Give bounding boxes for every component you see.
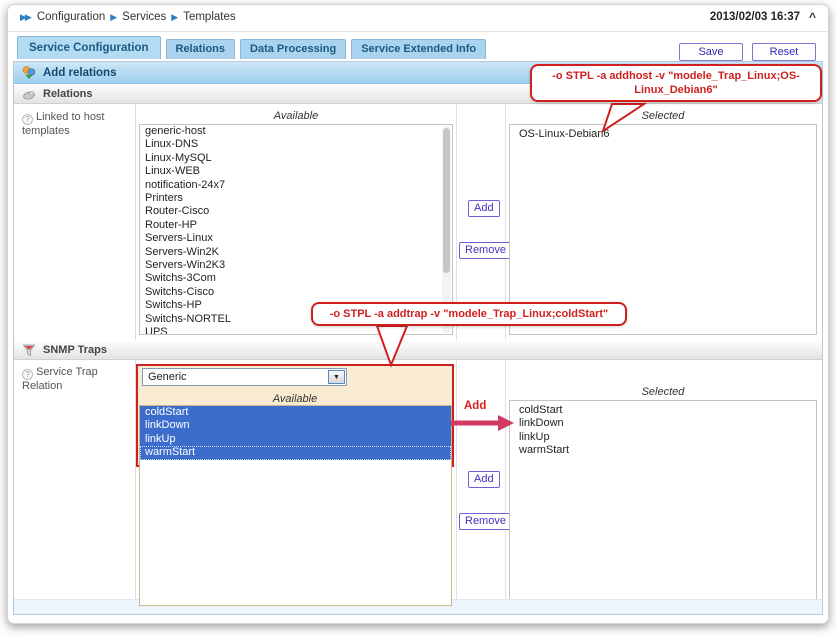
add-relations-icon [22,66,36,79]
list-option[interactable]: linkDown [140,419,451,432]
list-option[interactable]: Linux-DNS [140,138,452,151]
clock-timestamp: 2013/02/03 16:37 [710,11,800,23]
breadcrumb-item-services[interactable]: Services [122,11,166,23]
tab-service-configuration[interactable]: Service Configuration [17,36,161,59]
snmp-traps-section-title: SNMP Traps [43,344,107,356]
breadcrumb-item-templates[interactable]: Templates [183,11,235,23]
list-option[interactable]: linkDown [510,417,816,430]
list-option[interactable]: Printers [140,192,452,205]
breadcrumb-lead-icon: ▶▶ [20,12,30,23]
snmp-selected-header: Selected [506,386,820,398]
top-bar: ▶▶ Configuration ▶ Services ▶ Templates … [8,5,828,32]
service-trap-relation-label: ?Service Trap Relation [22,366,130,393]
chevron-right-icon: ▶ [171,12,178,23]
tab-relations[interactable]: Relations [166,39,236,59]
chevron-right-icon: ▶ [110,12,117,23]
trap-group-dropdown[interactable]: Generic ▼ [142,368,347,386]
list-option[interactable]: Servers-Win2K3 [140,259,452,272]
relations-selected-header: Selected [506,110,820,122]
field-label-text: Service Trap Relation [22,366,98,392]
hand-link-icon [22,88,36,101]
annotation-callout-addtrap: -o STPL -a addtrap -v "modele_Trap_Linux… [311,302,627,326]
snmp-available-header: Available [136,393,454,405]
list-option[interactable]: Servers-Win2K [140,246,452,259]
scrollbar-thumb[interactable] [443,128,450,273]
list-option[interactable]: UPS [140,326,452,335]
save-button[interactable]: Save [679,43,743,61]
relations-available-header: Available [136,110,456,122]
snmp-available-listbox[interactable]: coldStart linkDown linkUp warmStart [139,405,452,606]
snmp-trap-funnel-icon [22,344,36,357]
list-option[interactable]: Servers-Linux [140,232,452,245]
snmp-row: ?Service Trap Relation Generic ▼ Availab… [14,360,822,601]
tab-bar: Service Configuration Relations Data Pro… [17,36,486,59]
annotation-callout-addhost: -o STPL -a addhost -v "modele_Trap_Linux… [530,64,822,102]
list-option[interactable]: warmStart [140,446,451,459]
relations-remove-button[interactable]: Remove [459,242,512,259]
list-option[interactable]: Router-Cisco [140,205,452,218]
collapse-caret-icon[interactable]: ^ [809,10,816,24]
transfer-buttons-column: Add Remove [456,360,506,601]
help-question-icon[interactable]: ? [22,114,33,125]
breadcrumb-item-configuration[interactable]: Configuration [37,11,105,23]
dropdown-selected-value: Generic [148,371,187,383]
app-window: ▶▶ Configuration ▶ Services ▶ Templates … [7,4,829,624]
snmp-add-button[interactable]: Add [468,471,500,488]
list-option[interactable]: Linux-MySQL [140,152,452,165]
dropdown-arrow-icon[interactable]: ▼ [328,370,345,384]
tab-data-processing[interactable]: Data Processing [240,39,346,59]
list-option[interactable]: notification-24x7 [140,179,452,192]
relations-add-button[interactable]: Add [468,200,500,217]
list-option[interactable]: coldStart [140,406,451,419]
list-option[interactable]: OS-Linux-Debian6 [510,125,816,141]
list-option[interactable]: Router-HP [140,219,452,232]
relations-section-title: Relations [43,88,93,100]
list-option[interactable]: Linux-WEB [140,165,452,178]
main-panel: Add relations Relations ?Linked to host … [13,61,823,615]
list-option[interactable]: Switchs-Cisco [140,286,452,299]
add-relations-title: Add relations [43,67,116,79]
field-label-text: Linked to host templates [22,111,105,137]
snmp-traps-section-header: SNMP Traps [14,340,822,360]
reset-button[interactable]: Reset [752,43,816,61]
list-option[interactable]: linkUp [140,433,451,446]
breadcrumb: ▶▶ Configuration ▶ Services ▶ Templates [20,11,236,23]
snmp-remove-button[interactable]: Remove [459,513,512,530]
list-option[interactable]: warmStart [510,444,816,457]
list-option[interactable]: linkUp [510,431,816,444]
list-option[interactable]: Switchs-3Com [140,272,452,285]
snmp-selected-listbox[interactable]: coldStart linkDown linkUp warmStart [509,400,817,600]
tab-service-extended-info[interactable]: Service Extended Info [351,39,486,59]
list-option[interactable]: generic-host [140,125,452,138]
list-option[interactable]: coldStart [510,401,816,417]
column-divider [135,104,136,340]
form-actions: Save Reset [679,43,816,61]
linked-host-templates-label: ?Linked to host templates [22,111,130,138]
help-question-icon[interactable]: ? [22,369,33,380]
annotation-add-label: Add [464,400,486,412]
